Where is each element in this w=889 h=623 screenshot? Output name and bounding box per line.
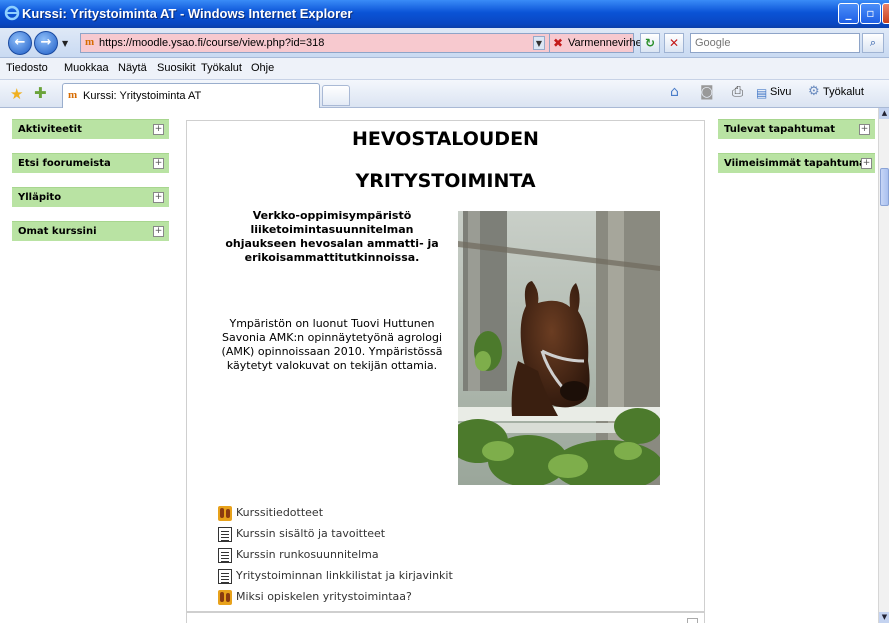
stop-button[interactable]: ✕ — [664, 33, 684, 53]
block-my-courses[interactable]: Omat kurssini + — [12, 221, 169, 241]
resource-label[interactable]: Kurssin sisältö ja tavoitteet — [236, 527, 385, 540]
menu-file[interactable]: Tiedosto — [6, 62, 48, 74]
back-button[interactable]: ← — [8, 31, 32, 55]
scroll-up-icon[interactable]: ▲ — [879, 108, 889, 119]
minimize-button[interactable]: _ — [838, 3, 859, 24]
block-toggle-button[interactable]: + — [861, 158, 872, 169]
tab-current[interactable]: m Kurssi: Yritystoiminta AT — [62, 83, 320, 108]
block-toggle-button[interactable]: + — [153, 192, 164, 203]
block-activities[interactable]: Aktiviteetit + — [12, 119, 169, 139]
block-toggle-button[interactable]: + — [153, 226, 164, 237]
course-credit-text: Ympäristön on luonut Tuovi Huttunen Savo… — [221, 317, 443, 372]
block-toggle-button[interactable]: + — [153, 124, 164, 135]
address-toolbar: ← → ▼ m https://moodle.ysao.fi/course/vi… — [0, 28, 889, 58]
page-icon: ▤ — [756, 86, 768, 100]
shield-warning-icon: ✖ — [553, 36, 564, 50]
menu-favorites[interactable]: Suosikit — [157, 62, 196, 74]
block-toggle-button[interactable]: + — [153, 158, 164, 169]
vertical-scrollbar[interactable]: ▲ ▼ — [878, 108, 889, 623]
block-administration[interactable]: Ylläpito + — [12, 187, 169, 207]
certificate-error-label: Varmennevirhe — [568, 37, 642, 49]
resource-label[interactable]: Kurssin runkosuunnitelma — [236, 548, 379, 561]
menu-view[interactable]: Näytä — [118, 62, 147, 74]
feeds-icon[interactable]: ◙ — [700, 84, 714, 100]
block-label: Viimeisimmät tapahtumat — [724, 158, 871, 169]
page-menu-button[interactable]: Sivu — [770, 86, 791, 98]
file-icon — [218, 527, 232, 542]
menu-help[interactable]: Ohje — [251, 62, 274, 74]
forward-button[interactable]: → — [34, 31, 58, 55]
resource-label[interactable]: Miksi opiskelen yritystoimintaa? — [236, 590, 412, 603]
home-icon[interactable]: ⌂ — [670, 84, 679, 100]
block-label: Tulevat tapahtumat — [724, 124, 835, 135]
window-title-bar: Kurssi: Yritystoiminta AT - Windows Inte… — [0, 0, 889, 28]
next-section-box — [186, 612, 705, 623]
gear-icon: ⚙ — [808, 84, 820, 99]
new-tab-button[interactable] — [322, 85, 350, 106]
internet-explorer-icon — [4, 5, 20, 21]
search-icon[interactable]: ⌕ — [862, 33, 884, 53]
resource-label[interactable]: Kurssitiedotteet — [236, 506, 323, 519]
print-icon[interactable]: ⎙ — [732, 84, 743, 100]
tab-label: Kurssi: Yritystoiminta AT — [83, 90, 202, 102]
page-title-line2: YRITYSTOIMINTA — [355, 170, 536, 192]
close-button[interactable] — [882, 3, 889, 24]
add-favorite-icon[interactable]: ✚ — [34, 84, 47, 102]
search-input[interactable] — [691, 34, 859, 52]
block-toggle-button[interactable]: + — [859, 124, 870, 135]
menu-bar: Tiedosto Muokkaa Näytä Suosikit Työkalut… — [0, 58, 889, 80]
menu-tools[interactable]: Työkalut — [201, 62, 242, 74]
horse-photo — [458, 211, 660, 485]
forum-icon — [218, 506, 232, 521]
resource-label[interactable]: Yritystoiminnan linkkilistat ja kirjavin… — [236, 569, 453, 582]
moodle-favicon-icon: m — [68, 89, 78, 101]
address-dropdown-icon[interactable]: ▼ — [533, 36, 545, 50]
web-page: Aktiviteetit + Etsi foorumeista + Ylläpi… — [0, 108, 878, 623]
window-title: Kurssi: Yritystoiminta AT - Windows Inte… — [22, 6, 353, 21]
file-icon — [218, 548, 232, 563]
file-icon — [218, 569, 232, 584]
certificate-error-button[interactable]: ✖ Varmennevirhe — [550, 33, 642, 53]
tab-bar: ★ ✚ m Kurssi: Yritystoiminta AT ⌂ ◙ ⎙ ▤ … — [0, 80, 889, 108]
refresh-button[interactable]: ↻ — [640, 33, 660, 53]
scrollbar-thumb[interactable] — [880, 168, 889, 206]
history-dropdown-icon[interactable]: ▼ — [62, 39, 68, 48]
course-intro-text: Verkko-oppimisympäristö liiketoimintasuu… — [225, 209, 439, 264]
menu-edit[interactable]: Muokkaa — [64, 62, 109, 74]
block-forum-search[interactable]: Etsi foorumeista + — [12, 153, 169, 173]
forum-icon — [218, 590, 232, 605]
address-field[interactable]: m https://moodle.ysao.fi/course/view.php… — [80, 33, 550, 53]
block-label: Etsi foorumeista — [18, 158, 111, 169]
tools-menu-button[interactable]: Työkalut — [823, 86, 864, 98]
block-label: Ylläpito — [18, 192, 62, 203]
maximize-button[interactable]: ▫ — [860, 3, 881, 24]
section-toggle-icon[interactable] — [687, 618, 698, 623]
block-recent-activity[interactable]: Viimeisimmät tapahtumat + — [718, 153, 875, 173]
scroll-down-icon[interactable]: ▼ — [879, 612, 889, 623]
search-field[interactable] — [690, 33, 860, 53]
favorites-star-icon[interactable]: ★ — [10, 85, 23, 103]
page-title: HEVOSTALOUDEN — [352, 128, 539, 150]
moodle-favicon-icon: m — [85, 36, 95, 48]
block-upcoming-events[interactable]: Tulevat tapahtumat + — [718, 119, 875, 139]
url-text[interactable]: https://moodle.ysao.fi/course/view.php?i… — [99, 37, 324, 49]
block-label: Aktiviteetit — [18, 124, 82, 135]
block-label: Omat kurssini — [18, 226, 97, 237]
